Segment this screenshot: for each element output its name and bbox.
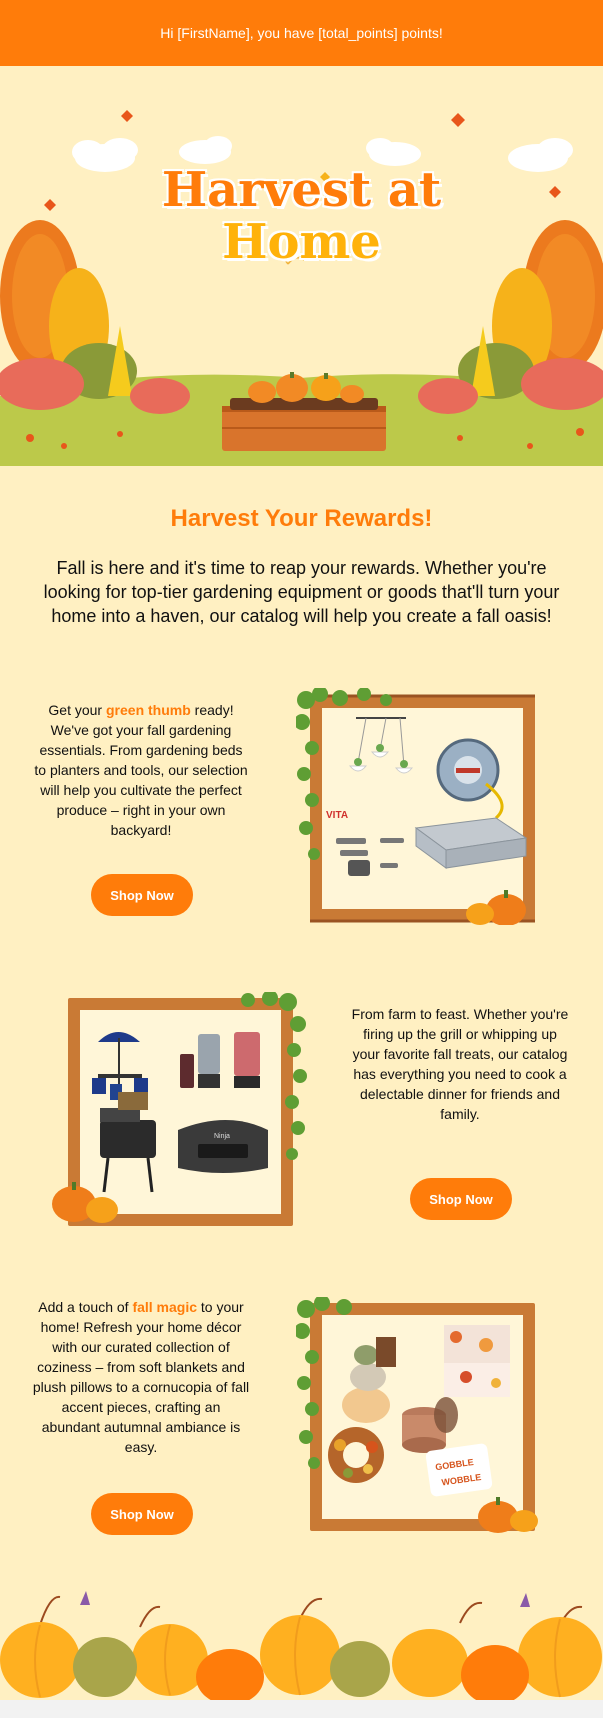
accent-green-thumb: green thumb xyxy=(106,702,191,718)
points-greeting: Hi [FirstName], you have [total_points] … xyxy=(160,25,443,41)
section-heading: Harvest Your Rewards! xyxy=(170,505,433,532)
footer-pumpkins-illustration xyxy=(0,1585,603,1700)
shop-now-cooking-button[interactable]: Shop Now xyxy=(410,1178,512,1220)
hero-banner: Harvest at Home xyxy=(0,66,603,466)
feature-cooking-text: From farm to feast. Whether you're firin… xyxy=(351,1006,569,1122)
hero-title: Harvest at Home xyxy=(0,164,603,268)
wreath-icon xyxy=(328,1427,384,1483)
shop-now-gardening-button[interactable]: Shop Now xyxy=(91,874,193,916)
hero-title-line1: Harvest at xyxy=(161,162,442,218)
pillow-icon: GOBBLE WOBBLE xyxy=(425,1443,493,1497)
gardening-products-image[interactable]: VITA xyxy=(294,686,541,930)
ninja-brand-label: Ninja xyxy=(214,1133,230,1140)
email-body: Hi [FirstName], you have [total_points] … xyxy=(0,0,603,1700)
hero-title-line2: Home xyxy=(222,214,381,270)
feature-gardening-text: Get your green thumb ready! We've got yo… xyxy=(34,702,248,838)
intro-paragraph: Fall is here and it's time to reap your … xyxy=(43,558,560,626)
shop-now-decor-button[interactable]: Shop Now xyxy=(91,1493,193,1535)
indoor-grill-icon: Ninja xyxy=(178,1120,268,1173)
feature-decor-text: Add a touch of fall magic to your home! … xyxy=(32,1299,250,1455)
blanket-icon xyxy=(444,1325,510,1397)
home-decor-products-image[interactable]: GOBBLE WOBBLE xyxy=(294,1295,541,1540)
vita-brand-label: VITA xyxy=(326,810,348,821)
cooking-products-image[interactable]: Ninja xyxy=(48,990,312,1236)
points-banner: Hi [FirstName], you have [total_points] … xyxy=(0,0,603,66)
accent-fall-magic: fall magic xyxy=(132,1299,198,1315)
